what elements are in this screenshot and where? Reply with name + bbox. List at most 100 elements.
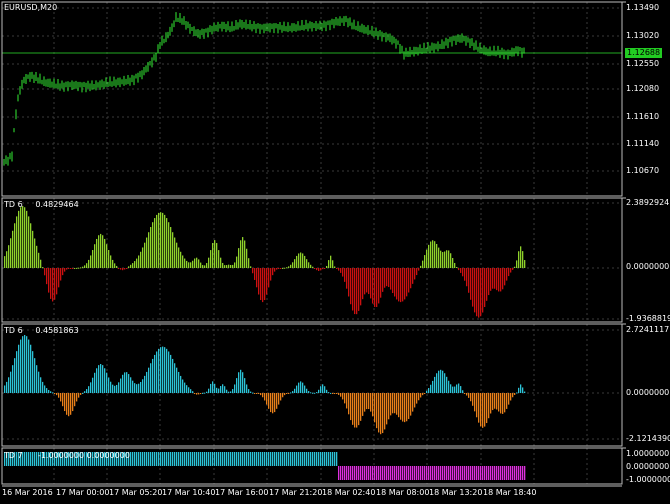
histogram-bar — [210, 452, 212, 466]
histogram-bar — [516, 260, 518, 268]
chart-canvas[interactable] — [0, 0, 670, 502]
histogram-bar — [430, 241, 432, 268]
histogram-bar — [226, 265, 228, 268]
histogram-bar — [38, 252, 40, 268]
histogram-bar — [24, 207, 26, 268]
histogram-bar — [420, 393, 422, 398]
histogram-bar — [152, 222, 154, 268]
histogram-bar — [136, 258, 138, 268]
histogram-bar — [66, 268, 68, 270]
histogram-bar — [224, 265, 226, 268]
indicator-axis-label: -2.1214390 — [626, 434, 670, 443]
histogram-bar — [508, 393, 510, 405]
histogram-bar — [262, 393, 264, 398]
histogram-bar — [324, 386, 326, 393]
histogram-bar — [320, 386, 322, 393]
histogram-bar — [372, 393, 374, 417]
price-axis-label: 1.13020 — [626, 31, 660, 40]
histogram-bar — [48, 268, 50, 293]
histogram-bar — [294, 388, 296, 393]
time-axis-label: 18 Mar 02:40 — [322, 488, 376, 497]
histogram-bar — [260, 268, 262, 301]
histogram-bar — [272, 393, 274, 414]
histogram-bar — [494, 466, 496, 480]
histogram-bar — [484, 466, 486, 480]
histogram-bar — [398, 268, 400, 302]
td6-histogram-cyan-orange[interactable] — [4, 335, 526, 435]
histogram-bar — [136, 452, 138, 466]
histogram-bar — [436, 466, 438, 480]
histogram-bar — [166, 452, 168, 466]
histogram-bar — [162, 346, 164, 393]
histogram-bar — [368, 466, 370, 480]
histogram-bar — [352, 393, 354, 425]
histogram-bar — [62, 393, 64, 407]
histogram-bar — [306, 259, 308, 268]
histogram-bar — [430, 384, 432, 393]
histogram-bar — [214, 383, 216, 393]
histogram-bar — [42, 267, 44, 269]
histogram-bar — [198, 452, 200, 466]
histogram-bar — [406, 268, 408, 297]
histogram-bar — [516, 466, 518, 480]
histogram-bar — [64, 268, 66, 272]
td6-histogram-green-red[interactable] — [4, 206, 526, 318]
histogram-bar — [262, 452, 264, 466]
histogram-bar — [290, 452, 292, 466]
histogram-bar — [380, 268, 382, 298]
histogram-bar — [76, 393, 78, 402]
histogram-bar — [384, 268, 386, 288]
histogram-bar — [460, 386, 462, 393]
histogram-bar — [314, 268, 316, 269]
histogram-bar — [456, 384, 458, 393]
histogram-bar — [452, 386, 454, 393]
histogram-bar — [460, 466, 462, 480]
histogram-bar — [314, 392, 316, 394]
histogram-bar — [104, 368, 106, 393]
histogram-bar — [424, 393, 426, 394]
histogram-bar — [300, 381, 302, 393]
histogram-bar — [482, 268, 484, 313]
histogram-bar — [450, 384, 452, 393]
histogram-bar — [390, 393, 392, 416]
histogram-bar — [494, 393, 496, 409]
histogram-bar — [244, 378, 246, 393]
histogram-bar — [442, 252, 444, 268]
histogram-bar — [112, 259, 114, 268]
histogram-bar — [458, 383, 460, 393]
histogram-bar — [12, 365, 14, 393]
time-axis-label: 17 Mar 16:00 — [215, 488, 269, 497]
histogram-bar — [458, 466, 460, 480]
histogram-bar — [342, 393, 344, 400]
histogram-bar — [510, 466, 512, 480]
histogram-bar — [256, 452, 258, 466]
histogram-bar — [124, 268, 126, 270]
histogram-bar — [200, 452, 202, 466]
histogram-bar — [178, 247, 180, 268]
histogram-bar — [282, 452, 284, 466]
histogram-bar — [508, 268, 510, 277]
histogram-bar — [318, 389, 320, 393]
histogram-bar — [470, 466, 472, 480]
histogram-bar — [474, 393, 476, 412]
histogram-bar — [14, 358, 16, 393]
histogram-bar — [426, 466, 428, 480]
histogram-bar — [116, 384, 118, 393]
histogram-bar — [108, 377, 110, 393]
histogram-bar — [152, 452, 154, 466]
histogram-bar — [504, 268, 506, 286]
histogram-bar — [404, 268, 406, 300]
histogram-bar — [398, 466, 400, 480]
histogram-bar — [372, 466, 374, 480]
histogram-bar — [292, 452, 294, 466]
histogram-bar — [424, 466, 426, 480]
histogram-bar — [492, 393, 494, 411]
histogram-bar — [254, 393, 256, 394]
histogram-bar — [156, 452, 158, 466]
chart-window[interactable]: EURUSD,M20 1.13490 1.13020 1.12550 1.120… — [0, 0, 670, 502]
histogram-bar — [444, 251, 446, 268]
histogram-bar — [112, 384, 114, 393]
histogram-bar — [284, 452, 286, 466]
histogram-bar — [378, 268, 380, 304]
histogram-bar — [484, 393, 486, 427]
